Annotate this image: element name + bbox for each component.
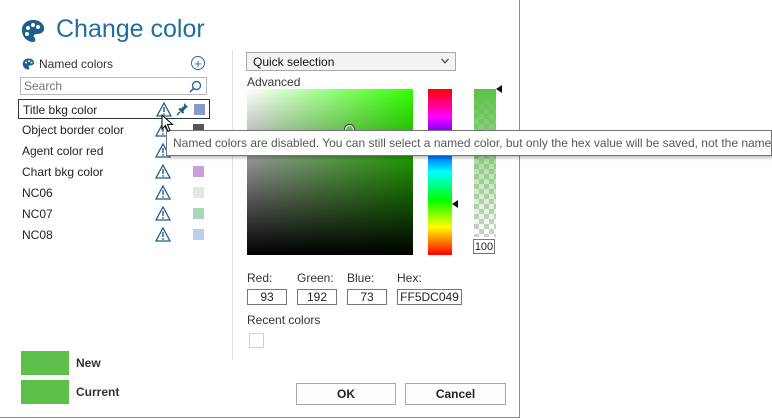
color-swatch [193,166,204,177]
list-item[interactable]: Chart bkg color [18,162,210,182]
color-name: Chart bkg color [22,165,104,179]
change-color-dialog: Change color Named colors + Title bkg co… [0,0,520,418]
warning-icon[interactable] [155,227,171,242]
green-field[interactable]: 192 [297,289,337,305]
mouse-cursor-icon [161,114,174,133]
ok-button[interactable]: OK [296,383,396,405]
color-name: NC06 [22,186,53,200]
hex-field[interactable]: FF5DC049 [397,289,462,305]
warning-icon[interactable] [155,206,171,221]
list-item[interactable]: NC07 [18,204,210,224]
color-name: Object border color [22,123,125,137]
advanced-label: Advanced [247,75,301,89]
color-name: NC07 [22,207,53,221]
color-swatch [193,187,204,198]
hue-slider[interactable] [428,89,452,255]
current-color-label: Current [76,385,120,399]
named-colors-header: Named colors + [22,56,208,72]
selection-mode-dropdown[interactable]: Quick selection [246,52,456,71]
cancel-button[interactable]: Cancel [405,383,506,405]
red-label: Red: [247,271,273,285]
color-name: Agent color red [22,144,104,158]
alpha-slider-thumb[interactable] [496,85,502,93]
recent-colors-label: Recent colors [247,313,321,327]
color-name: NC08 [22,228,53,242]
warning-icon[interactable] [155,185,171,200]
color-name: Title bkg color [23,103,98,117]
blue-field[interactable]: 73 [347,289,387,305]
list-item[interactable]: Title bkg color [18,99,210,119]
alpha-value-field[interactable]: 100 [473,239,495,254]
recent-color-slot[interactable] [249,333,264,348]
warning-icon[interactable] [155,164,171,179]
palette-icon [22,58,35,70]
search-input[interactable] [24,79,184,93]
color-swatch [193,229,204,240]
search-icon[interactable] [189,80,202,93]
green-label: Green: [297,271,334,285]
alpha-slider[interactable] [474,89,496,237]
current-color-preview [21,380,69,404]
new-color-label: New [76,356,101,370]
list-item[interactable]: NC06 [18,183,210,203]
new-color-preview [21,351,69,375]
list-item[interactable]: NC08 [18,225,210,245]
panel-divider [232,50,233,360]
saturation-value-area[interactable] [247,89,413,255]
hex-label: Hex: [397,271,422,285]
add-icon: + [194,56,202,71]
pin-icon[interactable] [176,102,189,116]
blue-label: Blue: [347,271,375,285]
named-colors-label: Named colors [39,57,114,71]
search-box [20,77,207,95]
named-colors-disabled-tooltip: Named colors are disabled. You can still… [166,130,772,156]
add-named-color-button[interactable]: + [191,56,205,70]
dialog-title: Change color [56,15,205,43]
selection-mode-value: Quick selection [253,55,335,69]
chevron-down-icon [441,58,449,64]
hue-slider-thumb[interactable] [452,200,458,208]
red-field[interactable]: 93 [247,289,287,305]
color-swatch [193,208,204,219]
color-swatch [194,104,205,115]
palette-icon [21,20,45,42]
